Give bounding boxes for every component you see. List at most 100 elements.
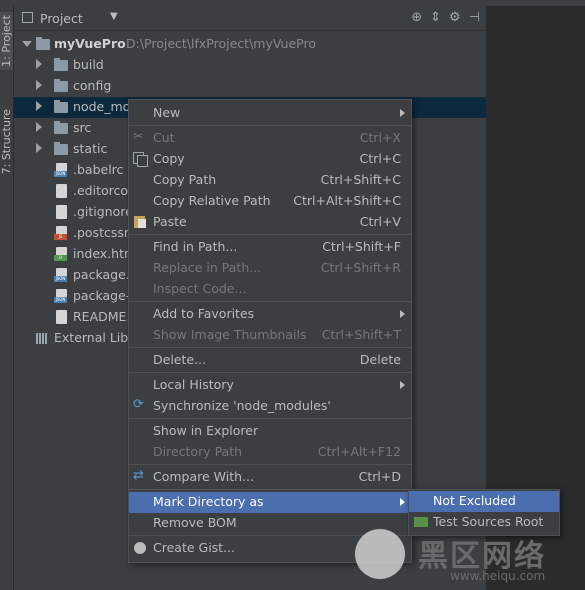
menu-divider	[129, 347, 411, 348]
menu-item-directory-path[interactable]: Directory Path Ctrl+Alt+F12	[129, 442, 411, 463]
menu-divider	[129, 301, 411, 302]
menu-item-local-history[interactable]: Local History	[129, 375, 411, 396]
chevron-right-icon[interactable]	[36, 122, 42, 132]
menu-item-label: Compare With...	[153, 469, 254, 484]
menu-item-shortcut: Ctrl+Shift+C	[320, 172, 401, 187]
menu-item-copy-path[interactable]: Copy Path Ctrl+Shift+C	[129, 170, 411, 191]
menu-item-label: Paste	[153, 214, 187, 229]
menu-item-shortcut: Delete	[359, 352, 401, 367]
menu-item-inspect-code[interactable]: Inspect Code...	[129, 279, 411, 300]
menu-item-shortcut: Ctrl+X	[359, 130, 401, 145]
menu-item-new[interactable]: New	[129, 103, 411, 124]
file-icon	[56, 310, 67, 324]
chevron-right-icon[interactable]	[36, 59, 42, 69]
menu-divider	[129, 489, 411, 490]
js-file-icon: JS	[54, 226, 67, 240]
file-icon	[56, 184, 67, 198]
menu-item-cut[interactable]: ✂ Cut Ctrl+X	[129, 128, 411, 149]
menu-item-label: Synchronize 'node_modules'	[153, 398, 331, 413]
menu-item-paste[interactable]: Paste Ctrl+V	[129, 212, 411, 233]
chevron-down-icon[interactable]: ▼	[110, 11, 118, 22]
menu-item-label: Copy Relative Path	[153, 193, 271, 208]
menu-item-label: Inspect Code...	[153, 281, 247, 296]
chevron-right-icon[interactable]	[36, 80, 42, 90]
menu-item-label: Add to Favorites	[153, 306, 255, 321]
menu-item-mark-directory-as[interactable]: Mark Directory as	[129, 492, 411, 513]
menu-item-label: Copy	[153, 151, 185, 166]
collapse-icon[interactable]: ⇕	[430, 10, 441, 25]
chevron-right-icon[interactable]	[36, 143, 42, 153]
chevron-right-icon[interactable]	[36, 101, 42, 111]
menu-item-compare-with[interactable]: ⇄ Compare With... Ctrl+D	[129, 467, 411, 488]
menu-item-shortcut: Ctrl+Shift+T	[321, 327, 401, 342]
github-icon	[134, 542, 146, 554]
menu-item-shortcut: Ctrl+Alt+F12	[317, 444, 401, 459]
json-file-icon: JSON	[54, 268, 67, 282]
menu-item-replace-in-path[interactable]: Replace in Path... Ctrl+Shift+R	[129, 258, 411, 279]
project-tool-tab[interactable]: 1: Project	[0, 12, 13, 70]
tree-item-label: build	[73, 57, 104, 72]
project-view-selector[interactable]: Project	[40, 11, 83, 26]
sync-icon: ⟳	[133, 397, 144, 412]
menu-item-label: Cut	[153, 130, 175, 145]
menu-item-label: Directory Path	[153, 444, 243, 459]
compare-icon: ⇄	[133, 468, 144, 483]
folder-icon	[54, 121, 68, 134]
copy-icon	[133, 152, 148, 167]
chevron-down-icon[interactable]	[22, 41, 32, 47]
folder-icon	[54, 58, 68, 71]
project-view-icon	[22, 12, 33, 23]
file-icon	[56, 205, 67, 219]
submenu-arrow-icon	[400, 381, 405, 389]
menu-item-synchronize[interactable]: ⟳ Synchronize 'node_modules'	[129, 396, 411, 417]
tree-item-build[interactable]: build	[14, 55, 486, 76]
menu-item-label: Show in Explorer	[153, 423, 259, 438]
target-icon[interactable]: ⊕	[411, 10, 422, 25]
library-icon	[36, 333, 48, 344]
scissors-icon: ✂	[133, 129, 144, 143]
menu-item-add-to-favorites[interactable]: Add to Favorites	[129, 304, 411, 325]
menu-divider	[129, 418, 411, 419]
folder-icon	[36, 37, 50, 50]
tree-item-label: .gitignore	[73, 204, 133, 219]
submenu-item-label: Not Excluded	[433, 493, 516, 508]
menu-divider	[129, 234, 411, 235]
menu-item-label: Show Image Thumbnails	[153, 327, 307, 342]
structure-tool-tab-label: 7: Structure	[0, 109, 13, 175]
tree-item-config[interactable]: config	[14, 76, 486, 97]
submenu-item-not-excluded[interactable]: Not Excluded	[409, 491, 559, 512]
watermark-url: www.heiqu.com	[450, 569, 546, 583]
menu-item-shortcut: Ctrl+Shift+R	[320, 260, 401, 275]
menu-item-show-image-thumbnails[interactable]: Show Image Thumbnails Ctrl+Shift+T	[129, 325, 411, 346]
folder-icon	[54, 79, 68, 92]
json-file-icon: JSON	[54, 163, 67, 177]
menu-item-label: Remove BOM	[153, 515, 237, 530]
menu-item-shortcut: Ctrl+Shift+F	[322, 239, 401, 254]
tree-item-label: config	[73, 78, 112, 93]
tree-item-label: static	[73, 141, 108, 156]
menu-item-label: Delete...	[153, 352, 206, 367]
menu-item-label: Find in Path...	[153, 239, 238, 254]
tree-root[interactable]: myVuePro D:\Project\lfxProject\myVuePro	[14, 34, 486, 55]
menu-item-find-in-path[interactable]: Find in Path... Ctrl+Shift+F	[129, 237, 411, 258]
folder-icon	[54, 142, 68, 155]
panel-toolbar: ⊕ ⇕ ⚙ ⊣	[411, 10, 480, 25]
menu-item-show-in-explorer[interactable]: Show in Explorer	[129, 421, 411, 442]
project-tool-tab-label: 1: Project	[0, 15, 13, 67]
watermark: 黑区网络 www.heiqu.com	[350, 525, 585, 590]
menu-item-shortcut: Ctrl+V	[359, 214, 401, 229]
menu-item-label: Create Gist...	[153, 540, 236, 555]
html-file-icon: H	[54, 247, 67, 261]
hide-icon[interactable]: ⊣	[469, 10, 480, 25]
menu-item-delete[interactable]: Delete... Delete	[129, 350, 411, 371]
menu-item-label: Mark Directory as	[153, 494, 264, 509]
json-file-icon: JSON	[54, 289, 67, 303]
structure-tool-tab[interactable]: 7: Structure	[0, 106, 13, 178]
menu-item-label: Local History	[153, 377, 234, 392]
menu-item-copy[interactable]: Copy Ctrl+C	[129, 149, 411, 170]
menu-item-label: Replace in Path...	[153, 260, 262, 275]
submenu-arrow-icon	[400, 310, 405, 318]
watermark-logo	[355, 529, 405, 579]
gear-icon[interactable]: ⚙	[449, 10, 461, 25]
menu-item-copy-relative-path[interactable]: Copy Relative Path Ctrl+Alt+Shift+C	[129, 191, 411, 212]
